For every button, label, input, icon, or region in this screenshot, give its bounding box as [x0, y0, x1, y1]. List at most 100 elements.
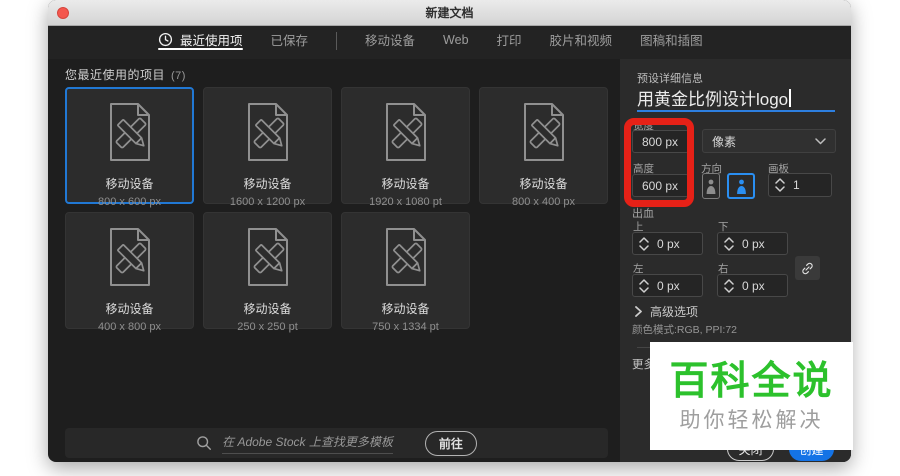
unit-selected-value: 像素 [712, 133, 736, 150]
stepper-arrows[interactable] [724, 237, 734, 251]
bleed-bottom-value: 0 px [742, 237, 765, 251]
recent-items-header: 您最近使用的项目(7) [65, 66, 186, 83]
recent-items-grid: 移动设备 800 x 600 px 移动设备 160 [65, 87, 608, 329]
chevron-down-icon [639, 287, 649, 293]
advanced-options-label: 高级选项 [650, 303, 698, 320]
clock-icon [158, 32, 173, 47]
template-dimensions: 800 x 600 px [98, 196, 161, 208]
bleed-bottom-input[interactable]: 0 px [717, 232, 788, 255]
screen: 新建文档 最近使用项 已保存 移动设备 Web 打印 [0, 0, 900, 476]
watermark-title: 百科全说 [669, 362, 833, 401]
template-dimensions: 250 x 250 pt [237, 321, 298, 333]
tab-label: Web [443, 33, 468, 47]
template-card[interactable]: 移动设备 800 x 400 px [479, 87, 608, 204]
tab-label: 胶片和视频 [550, 30, 613, 49]
search-input[interactable]: 在 Adobe Stock 上查找更多模板 [222, 433, 393, 454]
template-card[interactable]: 移动设备 800 x 600 px [65, 87, 194, 204]
unit-dropdown[interactable]: 像素 [702, 129, 836, 153]
template-name: 移动设备 [105, 175, 153, 192]
chevron-down-icon [724, 287, 734, 293]
template-card[interactable]: 移动设备 1920 x 1080 pt [341, 87, 470, 204]
document-icon [104, 227, 156, 287]
portrait-orientation-button[interactable] [702, 173, 720, 199]
stepper-arrows[interactable] [775, 178, 785, 192]
tab-print[interactable]: 打印 [497, 26, 522, 59]
template-card[interactable]: 移动设备 1600 x 1200 px [203, 87, 332, 204]
color-mode-info: 颜色模式:RGB, PPI:72 [632, 322, 737, 337]
stepper-arrows[interactable] [639, 237, 649, 251]
bleed-top-input[interactable]: 0 px [632, 232, 703, 255]
stepper-arrows[interactable] [724, 279, 734, 293]
chevron-down-icon [775, 186, 785, 192]
adobe-stock-searchbar[interactable]: 在 Adobe Stock 上查找更多模板 前往 [65, 428, 608, 458]
template-name: 移动设备 [105, 300, 153, 317]
tab-recent[interactable]: 最近使用项 [158, 26, 243, 59]
preset-details-header: 预设详细信息 [637, 70, 703, 86]
tab-label: 打印 [497, 30, 522, 49]
artboard-count: 1 [793, 178, 800, 192]
tab-divider [336, 32, 337, 50]
document-icon [242, 227, 294, 287]
tab-web[interactable]: Web [443, 26, 468, 59]
bleed-left-value: 0 px [657, 279, 680, 293]
template-card[interactable]: 移动设备 400 x 800 px [65, 212, 194, 329]
template-name: 移动设备 [381, 175, 429, 192]
width-input[interactable]: 800 px [632, 130, 689, 153]
document-icon [380, 102, 432, 162]
tab-mobile[interactable]: 移动设备 [365, 26, 415, 59]
template-name: 移动设备 [519, 175, 567, 192]
tab-saved[interactable]: 已保存 [271, 26, 309, 59]
bleed-left-input[interactable]: 0 px [632, 274, 703, 297]
watermark-overlay: 百科全说 助你轻松解决 [650, 342, 853, 450]
template-dimensions: 800 x 400 px [512, 196, 575, 208]
template-name: 移动设备 [381, 300, 429, 317]
watermark-subtitle: 助你轻松解决 [680, 410, 824, 431]
chevron-down-icon [815, 138, 826, 145]
bleed-right-value: 0 px [742, 279, 765, 293]
tab-film-video[interactable]: 胶片和视频 [550, 26, 613, 59]
recent-items-count: (7) [171, 70, 186, 82]
tab-label: 图稿和插图 [640, 30, 703, 49]
chevron-up-icon [724, 279, 734, 285]
stepper-arrows[interactable] [639, 279, 649, 293]
height-input[interactable]: 600 px [632, 174, 689, 197]
chevron-right-icon [635, 306, 642, 317]
chevron-up-icon [724, 237, 734, 243]
tab-label: 已保存 [271, 30, 309, 49]
chevron-up-icon [639, 237, 649, 243]
link-icon [800, 261, 815, 276]
template-dimensions: 1920 x 1080 pt [369, 196, 442, 208]
landscape-orientation-button[interactable] [727, 173, 755, 199]
advanced-options-toggle[interactable]: 高级选项 [635, 303, 698, 320]
template-dimensions: 750 x 1334 pt [372, 321, 439, 333]
document-title-input[interactable]: 用黄金比例设计logo [637, 85, 835, 112]
document-icon [104, 102, 156, 162]
template-name: 移动设备 [243, 300, 291, 317]
go-button[interactable]: 前往 [425, 431, 477, 456]
document-icon [242, 102, 294, 162]
template-name: 移动设备 [243, 175, 291, 192]
template-card[interactable]: 移动设备 250 x 250 pt [203, 212, 332, 329]
bleed-right-input[interactable]: 0 px [717, 274, 788, 297]
document-icon [518, 102, 570, 162]
document-title-text: 用黄金比例设计logo [637, 85, 788, 110]
tab-label: 移动设备 [365, 30, 415, 49]
category-tabbar: 最近使用项 已保存 移动设备 Web 打印 胶片和视频 图稿和插图 [48, 26, 851, 59]
document-icon [380, 227, 432, 287]
titlebar: 新建文档 [48, 0, 851, 26]
text-cursor [789, 89, 791, 107]
chevron-down-icon [639, 245, 649, 251]
artboard-stepper[interactable]: 1 [768, 173, 832, 197]
template-card[interactable]: 移动设备 750 x 1334 pt [341, 212, 470, 329]
bleed-top-value: 0 px [657, 237, 680, 251]
chevron-down-icon [724, 245, 734, 251]
template-dimensions: 1600 x 1200 px [230, 196, 305, 208]
close-traffic-light-button[interactable] [57, 7, 69, 19]
window-title: 新建文档 [425, 4, 473, 21]
chevron-up-icon [639, 279, 649, 285]
template-dimensions: 400 x 800 px [98, 321, 161, 333]
search-icon [196, 435, 212, 451]
tab-art-illustration[interactable]: 图稿和插图 [640, 26, 703, 59]
link-bleed-values-button[interactable] [795, 256, 820, 280]
chevron-up-icon [775, 178, 785, 184]
